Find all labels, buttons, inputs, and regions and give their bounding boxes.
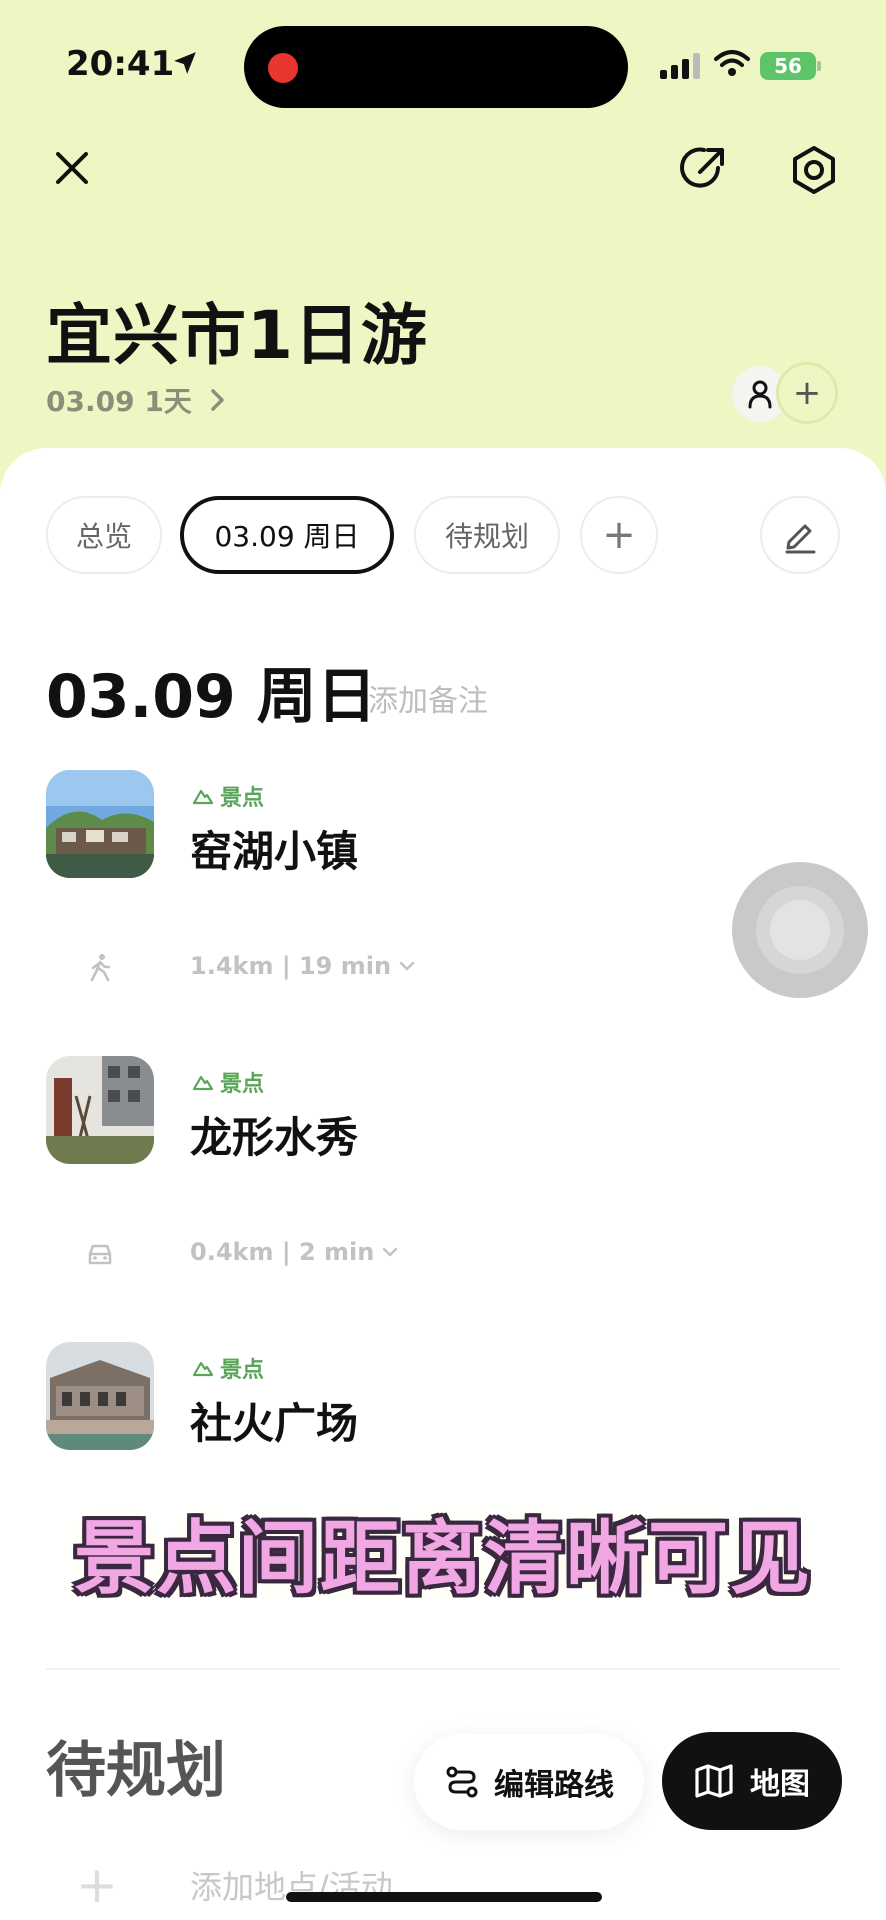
place-name[interactable]: 龙形水秀 — [190, 1104, 358, 1165]
place-category: 景点 — [192, 1066, 264, 1098]
share-icon — [680, 147, 724, 188]
transit-info[interactable]: 0.4km | 2 min — [190, 1238, 398, 1266]
edit-route-button[interactable]: 编辑路线 — [414, 1734, 644, 1830]
place-category: 景点 — [192, 780, 264, 812]
settings-icon — [793, 146, 835, 194]
add-day-button[interactable]: + — [580, 496, 658, 574]
dynamic-island — [244, 26, 628, 108]
tab-overview[interactable]: 总览 — [46, 496, 162, 574]
map-icon — [695, 1764, 733, 1798]
chevron-right-icon — [211, 389, 224, 411]
pending-section-title: 待规划 — [46, 1736, 226, 1806]
place-category-label: 景点 — [220, 786, 265, 811]
place-thumbnail[interactable] — [46, 1056, 154, 1164]
place-name[interactable]: 社火广场 — [190, 1390, 358, 1451]
pencil-icon — [785, 524, 816, 554]
share-button[interactable] — [676, 140, 732, 196]
place-thumbnail[interactable] — [46, 1342, 154, 1450]
map-button-label: 地图 — [750, 1767, 810, 1802]
overlay-caption: 景点间距离清晰可见 — [74, 1512, 812, 1605]
trip-date-text: 03.09 1天 — [46, 385, 192, 418]
place-photo-longxing — [46, 1056, 154, 1164]
place-category-label: 景点 — [220, 1072, 265, 1097]
battery-indicator: 56 — [760, 52, 816, 80]
mountain-icon — [192, 1361, 214, 1377]
edit-route-label: 编辑路线 — [494, 1768, 614, 1803]
place-category-label: 景点 — [220, 1358, 265, 1383]
settings-button[interactable] — [784, 140, 844, 200]
place-photo-shehuo — [46, 1342, 154, 1450]
transit-distance-time: 1.4km | 19 min — [190, 952, 392, 980]
tab-day-0309[interactable]: 03.09 周日 — [180, 496, 394, 574]
route-icon — [446, 1766, 478, 1798]
chevron-down-icon — [383, 1247, 398, 1257]
status-time: 20:41 — [66, 44, 175, 84]
add-note-button[interactable]: 添加备注 — [368, 676, 488, 720]
chevron-down-icon — [399, 961, 415, 971]
home-indicator — [286, 1892, 602, 1902]
trip-date-range[interactable]: 03.09 1天 — [46, 380, 226, 420]
add-member-button[interactable]: + — [776, 362, 838, 424]
location-arrow-icon — [174, 52, 196, 74]
trip-title: 宜兴市1日游 — [46, 297, 428, 374]
walk-icon — [90, 954, 111, 982]
mountain-icon — [192, 1075, 214, 1091]
close-icon — [56, 152, 88, 184]
add-place-icon[interactable]: + — [76, 1856, 118, 1914]
assistive-touch-button[interactable] — [732, 862, 868, 998]
car-icon — [88, 1244, 112, 1265]
mountain-icon — [192, 789, 214, 805]
place-photo-yaohu — [46, 770, 154, 878]
edit-tabs-button[interactable] — [760, 496, 840, 574]
assistive-touch-core — [770, 900, 830, 960]
transit-distance-time: 0.4km | 2 min — [190, 1238, 375, 1266]
assistive-touch-ring — [756, 886, 844, 974]
place-category: 景点 — [192, 1352, 264, 1384]
map-button[interactable]: 地图 — [662, 1732, 842, 1830]
wifi-icon — [714, 50, 750, 76]
section-divider — [46, 1668, 840, 1670]
recording-indicator — [268, 53, 298, 83]
person-icon — [748, 380, 772, 409]
close-button[interactable] — [44, 140, 100, 196]
battery-cap — [817, 61, 821, 71]
place-name[interactable]: 窑湖小镇 — [190, 818, 358, 879]
cellular-signal-icon — [660, 53, 700, 79]
place-thumbnail[interactable] — [46, 770, 154, 878]
day-title: 03.09 周日 — [46, 662, 377, 732]
transit-info[interactable]: 1.4km | 19 min — [190, 952, 415, 980]
tab-pending[interactable]: 待规划 — [414, 496, 560, 574]
